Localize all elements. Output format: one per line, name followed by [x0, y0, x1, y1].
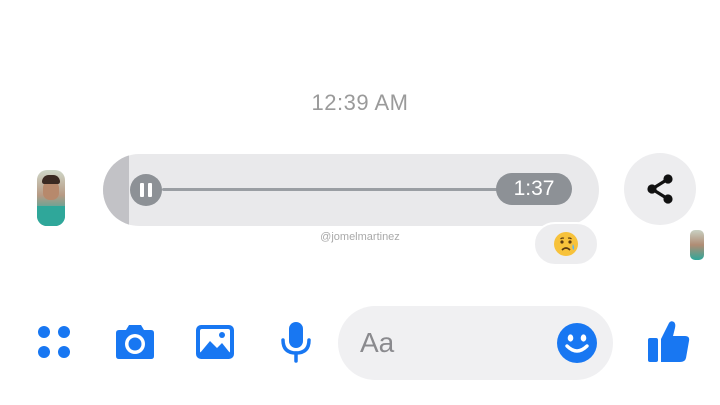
messenger-chat-screen: 12:39 AM 1:37 @jomelmartinez [0, 0, 720, 405]
gallery-button[interactable] [193, 322, 237, 362]
thumbs-up-icon [648, 321, 690, 362]
camera-button[interactable] [112, 322, 158, 362]
emoji-button[interactable] [556, 322, 598, 364]
gallery-icon [196, 325, 234, 359]
voice-duration: 1:37 [496, 173, 572, 205]
voice-playback-progress [103, 154, 129, 226]
avatar-hair [42, 175, 60, 184]
sender-avatar[interactable] [37, 170, 65, 226]
menu-dots-icon [38, 326, 70, 358]
message-composer[interactable] [338, 306, 613, 380]
more-actions-button[interactable] [34, 322, 74, 362]
voice-record-button[interactable] [276, 320, 316, 364]
emoji-icon [557, 323, 597, 363]
like-button[interactable] [644, 318, 692, 366]
sad-relieved-emoji-icon [554, 232, 578, 256]
share-icon [647, 174, 673, 204]
pause-icon-bar-right [148, 183, 152, 197]
message-input[interactable] [360, 306, 540, 380]
camera-icon [116, 325, 154, 359]
avatar-shirt [37, 206, 65, 226]
pause-icon-bar-left [140, 183, 144, 197]
pause-button[interactable] [130, 174, 162, 206]
seen-receipt-avatar [690, 230, 704, 260]
message-timestamp: 12:39 AM [311, 90, 409, 115]
microphone-icon [281, 322, 311, 363]
watermark-text: @jomelmartinez [320, 231, 400, 243]
share-button[interactable] [624, 153, 696, 225]
message-reaction[interactable] [533, 222, 599, 266]
voice-seek-track[interactable] [162, 188, 502, 191]
